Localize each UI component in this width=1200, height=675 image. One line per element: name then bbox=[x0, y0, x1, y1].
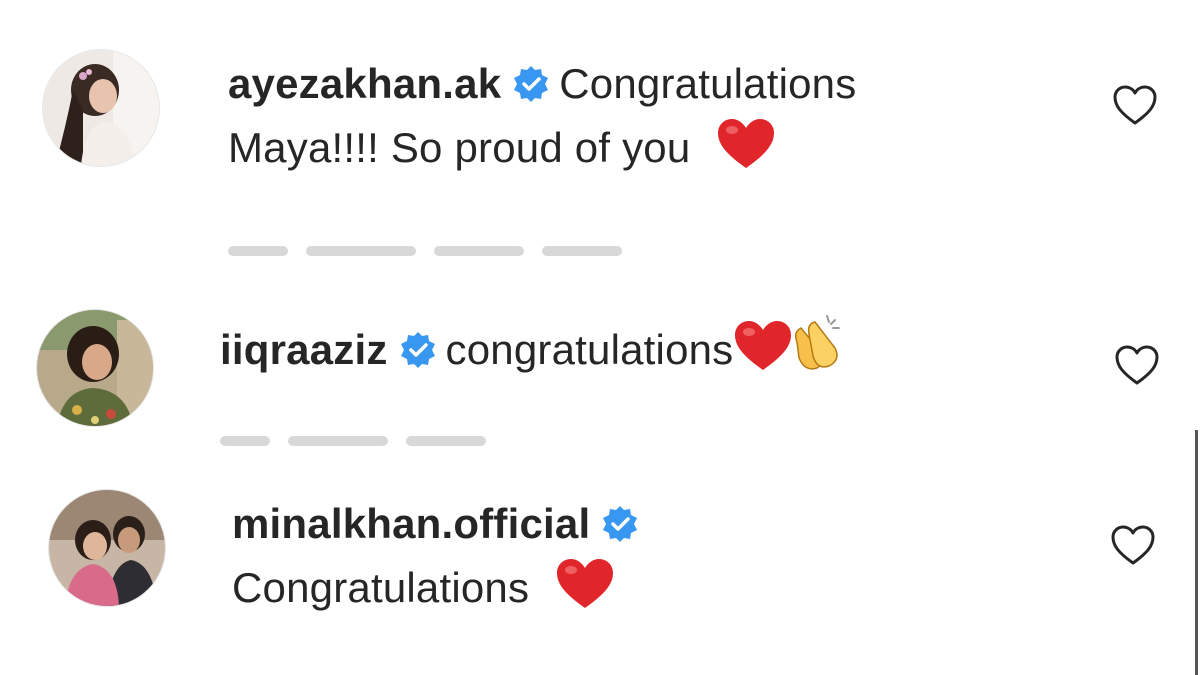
comment-text-line1: congratulations bbox=[445, 326, 734, 373]
heart-outline-icon bbox=[1115, 345, 1159, 385]
comment-text-line2: Maya!!!! So proud of you bbox=[228, 124, 691, 171]
heart-outline-icon bbox=[1113, 85, 1157, 125]
scrollbar[interactable] bbox=[1195, 430, 1198, 675]
avatar[interactable] bbox=[43, 50, 159, 166]
comment-text-line1: Congratulations bbox=[559, 60, 857, 107]
comment-meta-row bbox=[228, 232, 728, 256]
avatar[interactable] bbox=[37, 310, 153, 426]
comment-body: minalkhan.official Congratulations bbox=[232, 492, 648, 628]
username-link[interactable]: iiqraaziz bbox=[220, 326, 388, 373]
username-link[interactable]: minalkhan.official bbox=[232, 500, 590, 547]
heart-emoji bbox=[716, 118, 776, 188]
comment-body: iiqraaziz congratulations bbox=[220, 312, 845, 390]
verified-badge-icon bbox=[511, 58, 551, 102]
comment-item: iiqraaziz congratulations bbox=[0, 270, 1200, 446]
like-button[interactable] bbox=[1110, 524, 1156, 566]
heart-emoji bbox=[555, 558, 615, 628]
username-link[interactable]: ayezakhan.ak bbox=[228, 60, 501, 107]
verified-badge-icon bbox=[398, 324, 438, 368]
like-button[interactable] bbox=[1114, 344, 1160, 386]
heart-outline-icon bbox=[1111, 525, 1155, 565]
like-button[interactable] bbox=[1112, 84, 1158, 126]
comment-item: ayezakhan.ak Congratulations Maya!!!! So … bbox=[0, 0, 1200, 260]
clapping-hands-emoji bbox=[787, 312, 845, 390]
heart-emoji bbox=[733, 320, 793, 390]
verified-badge-icon bbox=[600, 498, 640, 542]
comment-meta-row bbox=[220, 422, 680, 446]
comment-item: minalkhan.official Congratulations bbox=[0, 450, 1200, 675]
comment-body: ayezakhan.ak Congratulations Maya!!!! So … bbox=[228, 52, 856, 188]
avatar[interactable] bbox=[49, 490, 165, 606]
comment-text-line1: Congratulations bbox=[232, 564, 530, 611]
